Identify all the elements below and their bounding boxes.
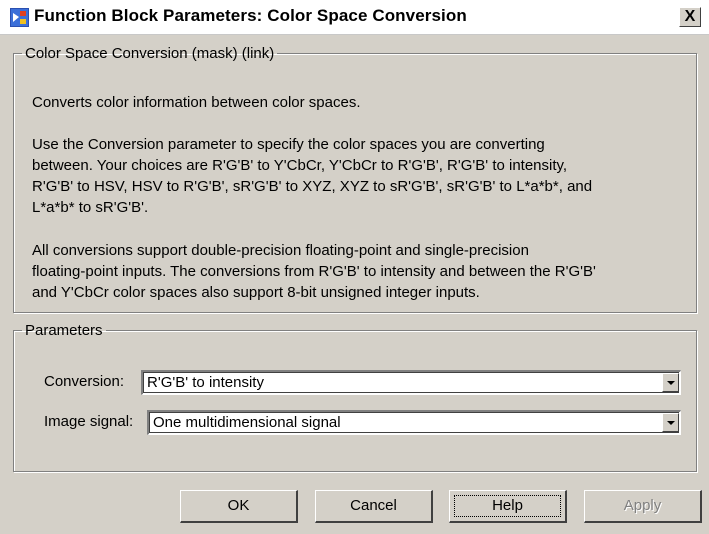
description-line: floating-point inputs. The conversions f… — [32, 263, 596, 280]
image-signal-label: Image signal: — [44, 413, 134, 430]
apply-button-label: Apply — [623, 497, 662, 514]
close-icon: X — [684, 8, 696, 25]
description-line: and Y'CbCr color spaces also support 8-b… — [32, 284, 480, 301]
chevron-down-icon[interactable] — [662, 413, 679, 432]
cancel-button[interactable]: Cancel — [315, 490, 433, 523]
parameters-group-legend: Parameters — [25, 322, 103, 339]
cancel-button-label: Cancel — [350, 497, 397, 514]
description-line: between. Your choices are R'G'B' to Y'Cb… — [32, 157, 568, 174]
description-line: Use the Conversion parameter to specify … — [32, 136, 545, 153]
image-signal-dropdown[interactable]: One multidimensional signal — [147, 410, 681, 435]
conversion-value: R'G'B' to intensity — [147, 374, 264, 391]
description-summary: Converts color information between color… — [32, 94, 361, 111]
description-line: L*a*b* to sR'G'B'. — [32, 199, 149, 216]
conversion-dropdown[interactable]: R'G'B' to intensity — [141, 370, 681, 395]
close-button[interactable]: X — [679, 7, 701, 27]
simulink-block-icon — [10, 8, 29, 27]
description-group-legend: Color Space Conversion (mask) (link) — [25, 45, 275, 62]
focus-ring — [454, 495, 561, 517]
image-signal-value: One multidimensional signal — [153, 414, 341, 431]
window-title: Function Block Parameters: Color Space C… — [34, 6, 467, 25]
chevron-down-icon[interactable] — [662, 373, 679, 392]
ok-button-label: OK — [227, 497, 250, 514]
description-group: Color Space Conversion (mask) (link) Con… — [13, 45, 697, 313]
ok-button[interactable]: OK — [180, 490, 298, 523]
help-button[interactable]: Help — [449, 490, 567, 523]
description-line: R'G'B' to HSV, HSV to R'G'B', sR'G'B' to… — [32, 178, 593, 195]
description-line: All conversions support double-precision… — [32, 242, 529, 259]
apply-button[interactable]: Apply — [584, 490, 702, 523]
conversion-label: Conversion: — [44, 373, 125, 390]
title-bar: Function Block Parameters: Color Space C… — [0, 0, 709, 35]
parameters-group: Parameters — [13, 322, 697, 472]
